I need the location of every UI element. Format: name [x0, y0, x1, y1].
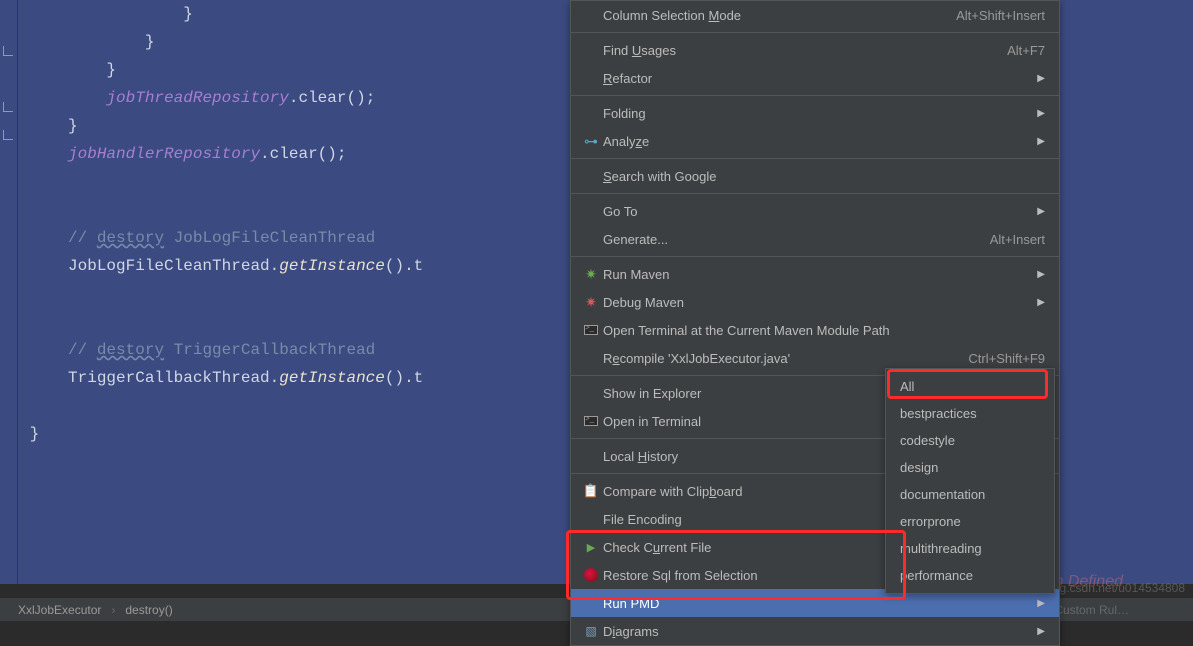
gear-icon: ✷ — [579, 294, 603, 311]
menu-analyze[interactable]: ⊶ Analyze ▶ — [571, 127, 1059, 155]
chevron-right-icon: ▶ — [1037, 206, 1045, 217]
submenu-codestyle[interactable]: codestyle — [886, 427, 1054, 454]
menu-generate[interactable]: Generate... Alt+Insert — [571, 225, 1059, 253]
submenu-design[interactable]: design — [886, 454, 1054, 481]
submenu-label: bestpractices — [900, 406, 977, 421]
menu-label: Local History — [603, 449, 678, 464]
menu-debug-maven[interactable]: ✷ Debug Maven ▶ — [571, 288, 1059, 316]
submenu-label: multithreading — [900, 541, 982, 556]
menu-label: Compare with Clipboard — [603, 484, 742, 499]
menu-label: Search with Google — [603, 169, 716, 184]
chevron-right-icon: ▶ — [1037, 269, 1045, 280]
fold-mark-icon[interactable] — [3, 46, 13, 56]
menu-run-maven[interactable]: ✷ Run Maven ▶ — [571, 260, 1059, 288]
menu-label: Open Terminal at the Current Maven Modul… — [603, 323, 1045, 338]
chevron-right-icon: ▶ — [1037, 136, 1045, 147]
menu-label: Check Current File — [603, 540, 711, 555]
terminal-icon — [579, 416, 603, 426]
menu-label: Folding — [603, 106, 1029, 121]
pmd-submenu: All bestpractices codestyle design docum… — [885, 368, 1055, 594]
menu-label: Generate... — [603, 232, 990, 247]
terminal-icon — [579, 325, 603, 335]
menu-shortcut: Alt+Insert — [990, 232, 1045, 247]
analyze-icon: ⊶ — [579, 133, 603, 150]
chevron-right-icon: ▶ — [1037, 598, 1045, 609]
menu-label: Find Usages — [603, 43, 676, 58]
submenu-label: documentation — [900, 487, 985, 502]
menu-column-selection[interactable]: Column Selection Mode Alt+Shift+Insert — [571, 1, 1059, 29]
menu-shortcut: Alt+Shift+Insert — [956, 8, 1045, 23]
chevron-right-icon: ▶ — [1037, 108, 1045, 119]
menu-separator — [571, 95, 1059, 96]
pmd-icon — [579, 568, 603, 582]
submenu-label: design — [900, 460, 938, 475]
chevron-right-icon: ▶ — [1037, 626, 1045, 637]
menu-refactor[interactable]: Refactor ▶ — [571, 64, 1059, 92]
breadcrumb-method[interactable]: destroy() — [125, 603, 172, 617]
menu-label: Refactor — [603, 71, 652, 86]
menu-label: Column Selection Mode — [603, 8, 741, 23]
menu-open-terminal-path[interactable]: Open Terminal at the Current Maven Modul… — [571, 316, 1059, 344]
submenu-label: performance — [900, 568, 973, 583]
menu-label: Run PMD — [603, 596, 1029, 611]
menu-separator — [571, 32, 1059, 33]
play-icon: ▶ — [579, 541, 603, 554]
submenu-label: errorprone — [900, 514, 961, 529]
menu-label: Debug Maven — [603, 295, 1029, 310]
submenu-multithreading[interactable]: multithreading — [886, 535, 1054, 562]
menu-search-google[interactable]: Search with Google — [571, 162, 1059, 190]
menu-label: Diagrams — [603, 624, 659, 639]
menu-shortcut: Ctrl+Shift+F9 — [968, 351, 1045, 366]
breadcrumb-class[interactable]: XxlJobExecutor — [18, 603, 101, 617]
fold-mark-icon[interactable] — [3, 130, 13, 140]
menu-shortcut: Alt+F7 — [1007, 43, 1045, 58]
menu-find-usages[interactable]: Find Usages Alt+F7 — [571, 36, 1059, 64]
submenu-label: codestyle — [900, 433, 955, 448]
menu-folding[interactable]: Folding ▶ — [571, 99, 1059, 127]
menu-goto[interactable]: Go To ▶ — [571, 197, 1059, 225]
chevron-right-icon: › — [111, 603, 115, 617]
submenu-all[interactable]: All — [886, 373, 1054, 400]
menu-label: Recompile 'XxlJobExecutor.java' — [603, 351, 790, 366]
menu-separator — [571, 158, 1059, 159]
gear-icon: ✷ — [579, 266, 603, 283]
editor-gutter — [0, 0, 18, 584]
menu-separator — [571, 256, 1059, 257]
menu-separator — [571, 193, 1059, 194]
submenu-documentation[interactable]: documentation — [886, 481, 1054, 508]
submenu-errorprone[interactable]: errorprone — [886, 508, 1054, 535]
menu-label: Go To — [603, 204, 1029, 219]
menu-label: Run Maven — [603, 267, 1029, 282]
fold-mark-icon[interactable] — [3, 102, 13, 112]
watermark: Custom Rul… — [1054, 603, 1129, 617]
chevron-right-icon: ▶ — [1037, 73, 1045, 84]
submenu-label: All — [900, 379, 914, 394]
submenu-bestpractices[interactable]: bestpractices — [886, 400, 1054, 427]
chevron-right-icon: ▶ — [1037, 297, 1045, 308]
clipboard-icon: 📋 — [579, 483, 603, 499]
diagram-icon: ▧ — [579, 624, 603, 638]
submenu-performance[interactable]: performance — [886, 562, 1054, 589]
menu-label: Analyze — [603, 134, 649, 149]
menu-diagrams[interactable]: ▧ Diagrams ▶ — [571, 617, 1059, 645]
